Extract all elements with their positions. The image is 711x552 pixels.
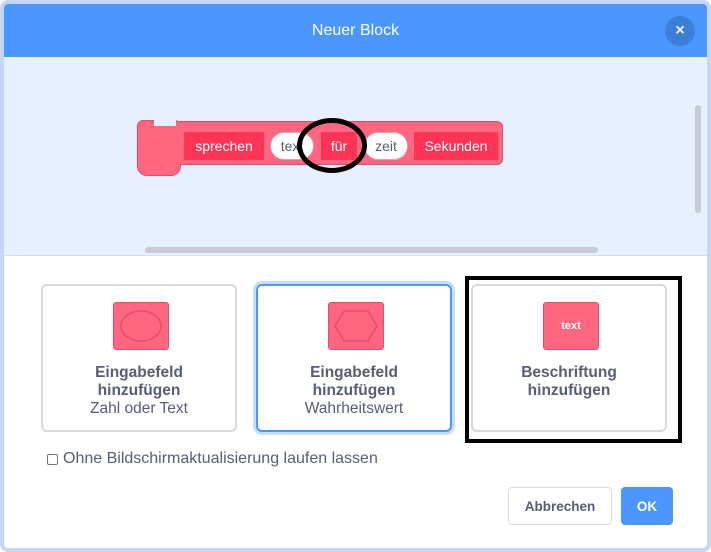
- run-without-refresh-checkbox[interactable]: [47, 453, 58, 465]
- block-segment-label-sekunden[interactable]: Sekunden: [414, 132, 498, 160]
- add-input-number-text-option[interactable]: Eingabefeld hinzufügen Zahl oder Text: [41, 284, 237, 432]
- new-block-dialog: Neuer Block × sprechen text für zeit Sek…: [0, 0, 711, 552]
- block-preview-workspace[interactable]: sprechen text für zeit Sekunden: [4, 57, 707, 256]
- run-without-refresh-row[interactable]: Ohne Bildschirmaktualisierung laufen las…: [47, 450, 378, 468]
- horizontal-scrollbar[interactable]: [145, 247, 598, 253]
- option-title: hinzufügen: [97, 382, 181, 399]
- block-segment-input-zeit[interactable]: zeit: [364, 132, 408, 160]
- dialog-title: Neuer Block: [311, 21, 400, 39]
- block-notch-cutout: [154, 120, 176, 126]
- ok-button[interactable]: OK: [621, 487, 673, 525]
- add-input-boolean-option[interactable]: Eingabefeld hinzufügen Wahrheitswert: [256, 284, 452, 432]
- checkbox-label: Ohne Bildschirmaktualisierung laufen las…: [63, 450, 378, 467]
- segment-text: sprechen: [195, 138, 253, 154]
- segment-text: zeit: [375, 138, 397, 154]
- hexagon-input-icon: [328, 302, 384, 350]
- ok-button-label: OK: [636, 498, 658, 514]
- round-input-icon: [113, 302, 169, 350]
- highlight-circle-annotation: [297, 118, 367, 173]
- option-title: hinzufügen: [312, 382, 396, 399]
- close-button[interactable]: ×: [665, 16, 695, 46]
- vertical-scrollbar[interactable]: [695, 105, 701, 213]
- cancel-button-label: Abbrechen: [524, 498, 596, 514]
- cancel-button[interactable]: Abbrechen: [508, 487, 612, 525]
- segment-text: Sekunden: [424, 138, 488, 154]
- option-subtitle: Wahrheitswert: [304, 400, 404, 417]
- dialog-header: Neuer Block ×: [4, 4, 707, 57]
- option-title: Eingabefeld: [310, 364, 398, 381]
- option-subtitle: Zahl oder Text: [90, 400, 188, 417]
- block-segment-label-sprechen[interactable]: sprechen: [184, 132, 264, 160]
- close-icon: ×: [675, 22, 685, 39]
- highlight-rectangle-annotation: [465, 276, 682, 443]
- option-title: Eingabefeld: [95, 364, 183, 381]
